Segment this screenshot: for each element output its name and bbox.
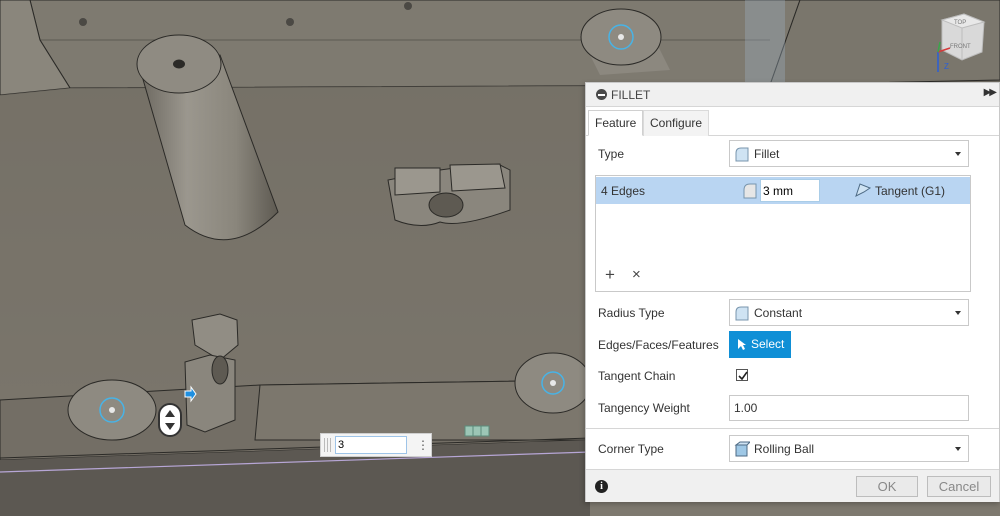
drag-grip-icon[interactable] — [324, 438, 332, 452]
remove-edge-set-button[interactable]: × — [632, 266, 641, 283]
view-cube[interactable]: TOP FRONT Z — [932, 8, 994, 74]
collapse-dialog-icon[interactable] — [596, 89, 607, 100]
cancel-button[interactable]: Cancel — [927, 476, 991, 497]
add-edge-set-button[interactable]: + — [605, 266, 615, 283]
chevron-down-icon — [955, 447, 961, 451]
tab-configure[interactable]: Configure — [643, 110, 710, 136]
view-cube-icon — [937, 13, 986, 72]
cursor-arrow-icon — [738, 339, 746, 350]
selection-label: Edges/Faces/Features — [598, 338, 719, 352]
dialog-tabs: Feature Configure — [586, 107, 999, 136]
direction-arrow-icon[interactable] — [183, 385, 197, 403]
constant-radius-icon — [735, 306, 749, 321]
select-button-label: Select — [751, 337, 785, 351]
info-icon[interactable]: i — [595, 480, 608, 493]
view-cube-top-label: TOP — [954, 20, 967, 26]
type-label: Type — [598, 147, 625, 161]
dialog-title: FILLET — [611, 88, 651, 102]
edges-selection-list: 4 Edges Tangent (G1) + × — [595, 175, 971, 292]
fillet-glyph-icon[interactable] — [464, 424, 490, 438]
chevron-down-icon — [955, 311, 961, 315]
view-cube-front-label: FRONT — [950, 44, 971, 50]
chevron-down-icon — [955, 152, 961, 156]
up-down-arrow-icon — [165, 410, 175, 430]
radius-icon — [743, 183, 757, 199]
edge-radius-input[interactable] — [760, 179, 820, 202]
dialog-header: FILLET ▶▶ — [586, 83, 999, 107]
tangency-weight-label: Tangency Weight — [598, 401, 690, 415]
tangent-chain-checkbox[interactable] — [736, 369, 748, 381]
inline-radius-input[interactable] — [335, 436, 407, 454]
section-divider — [586, 428, 999, 429]
select-button[interactable]: Select — [729, 331, 791, 358]
z-axis-label: Z — [944, 62, 949, 71]
edge-set-row[interactable]: 4 Edges Tangent (G1) — [596, 177, 970, 204]
more-options-icon[interactable]: ⋮ — [417, 437, 429, 453]
expand-dialog-icon[interactable]: ▶▶ — [984, 87, 997, 98]
ok-button[interactable]: OK — [856, 476, 918, 497]
corner-type-label: Corner Type — [598, 442, 664, 456]
tangent-continuity-icon — [855, 183, 872, 197]
corner-type-dropdown[interactable]: Rolling Ball — [729, 435, 969, 462]
rolling-ball-icon — [734, 441, 750, 457]
inline-radius-input-box: ⋮ — [320, 433, 432, 457]
distance-manipulator-handle[interactable] — [158, 403, 182, 437]
checkmark-icon — [738, 371, 748, 381]
fillet-dialog: FILLET ▶▶ Feature Configure Type Fillet … — [585, 82, 1000, 502]
continuity-value[interactable]: Tangent (G1) — [875, 184, 945, 198]
type-value: Fillet — [754, 147, 780, 161]
tangent-chain-label: Tangent Chain — [598, 369, 676, 383]
tangency-weight-input[interactable] — [729, 395, 969, 421]
dialog-footer: i OK Cancel — [586, 469, 999, 502]
radius-type-value: Constant — [754, 306, 803, 320]
type-dropdown[interactable]: Fillet — [729, 140, 969, 167]
radius-type-dropdown[interactable]: Constant — [729, 299, 969, 326]
edge-count-label: 4 Edges — [601, 184, 646, 198]
corner-type-value: Rolling Ball — [754, 442, 815, 456]
fillet-icon — [735, 147, 749, 162]
tab-feature[interactable]: Feature — [588, 110, 644, 136]
radius-type-label: Radius Type — [598, 306, 665, 320]
